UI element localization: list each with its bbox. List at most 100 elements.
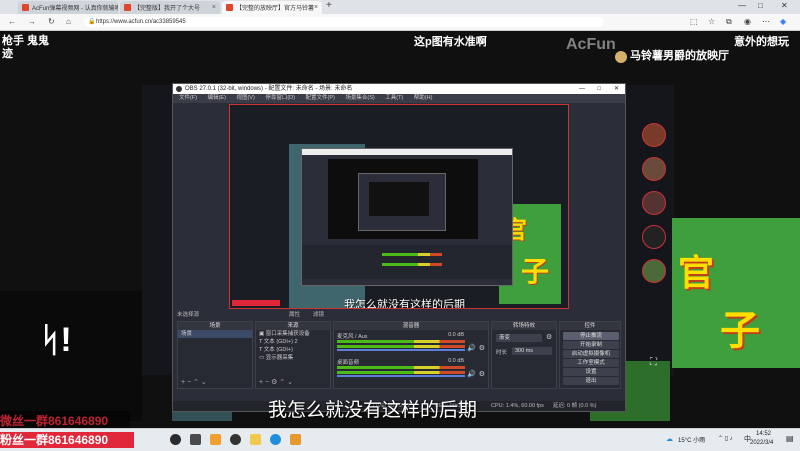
source-label: 显示器采集 <box>265 355 294 361</box>
transition-select[interactable]: 渐变 <box>496 334 542 342</box>
menu-edit[interactable]: 编辑(E) <box>208 95 226 101</box>
transition-settings-icon[interactable]: ⚙ <box>546 333 552 341</box>
obs-minimize-button[interactable]: — <box>579 84 585 94</box>
volume-meter <box>337 371 465 374</box>
start-icon[interactable] <box>170 434 181 445</box>
video-player[interactable]: 枪手 鬼鬼 迹 这p图有水准啊 意外的想玩 AcFun 马铃薯男爵的放映厅 官 … <box>0 31 800 428</box>
volume-slider[interactable] <box>337 349 465 351</box>
back-icon[interactable]: ← <box>8 17 16 27</box>
obs-title-text: OBS 27.0.1 (32-bit, windows) - 配置文件: 未命名… <box>185 86 353 92</box>
extensions-icon[interactable]: ⬚ <box>690 17 698 27</box>
source-label: 窗口采集捕获设备 <box>265 331 310 337</box>
browser-tab-bar: AcFun弹幕视频网 - 认真你就输啦 × 【完整版】我开了个大号 × 【完整的… <box>0 0 800 14</box>
mixer-channel-level: 0.0 dB <box>448 332 464 338</box>
app-icon[interactable] <box>210 434 221 445</box>
stream-top-center-text: 这p图有水准啊 <box>414 36 487 48</box>
source-label: 文本 (GDI+) <box>263 347 293 353</box>
filters-button[interactable]: 滤镜 <box>313 310 324 318</box>
menu-docks[interactable]: 停靠窗口(D) <box>265 95 295 101</box>
source-add-remove-icons[interactable]: + − ⚙ ⌃ ⌄ <box>259 378 293 386</box>
settings-button[interactable]: 设置 <box>563 368 619 376</box>
close-window-button[interactable]: ✕ <box>781 1 788 10</box>
camera-icon: ▣ <box>259 331 266 337</box>
red-overlay-text: 微丝一群861646890 <box>0 414 109 428</box>
stop-streaming-button[interactable]: 停止推流 <box>563 332 619 340</box>
mixer-channel-name: 桌面音频 <box>337 360 360 366</box>
close-tab-icon[interactable]: × <box>314 4 318 11</box>
exit-button[interactable]: 退出 <box>563 377 619 385</box>
properties-button[interactable]: 属性 <box>289 310 300 318</box>
duration-input[interactable]: 300 ms <box>512 347 552 355</box>
obs-preview[interactable]: 官 子 我怎么就没有这样的后期 <box>229 104 569 309</box>
volume-slider[interactable] <box>337 375 465 377</box>
taskview-icon[interactable] <box>190 434 201 445</box>
scene-item[interactable]: 场景 <box>178 330 252 338</box>
obs-window[interactable]: OBS 27.0.1 (32-bit, windows) - 配置文件: 未命名… <box>172 83 626 412</box>
start-recording-button[interactable]: 开始录制 <box>563 341 619 349</box>
edge-icon[interactable] <box>270 434 281 445</box>
menu-file[interactable]: 文件(F) <box>179 95 197 101</box>
speaker-icon[interactable]: 🔊 <box>467 370 476 378</box>
transitions-dock: 转场特效 渐变 ⚙ 时长 300 ms <box>491 321 557 389</box>
mixer-settings-icon[interactable]: ⚙ <box>479 344 485 352</box>
tab-label: 【完整的放映厅】官方马铃薯 <box>236 6 315 12</box>
settings-more-icon[interactable]: ⋯ <box>762 17 770 27</box>
favorites-icon[interactable]: ☆ <box>708 17 715 27</box>
no-source-label: 未选择源 <box>177 312 200 318</box>
menu-help[interactable]: 帮助(H) <box>414 95 433 101</box>
app-icon-2[interactable] <box>290 434 301 445</box>
video-subtitle: 我怎么就没有这样的后期 <box>268 399 478 421</box>
url-input[interactable]: https://www.acfun.cn/ac33859545 <box>84 17 604 27</box>
browser-tab[interactable]: 【完整版】我开了个大号 × <box>120 1 220 14</box>
forward-icon[interactable]: → <box>28 17 36 27</box>
home-icon[interactable]: ⌂ <box>66 17 71 27</box>
file-explorer-icon[interactable] <box>250 434 261 445</box>
notifications-icon[interactable]: ▤ <box>786 434 794 443</box>
source-item[interactable]: ▭ 显示器采集 <box>256 354 330 362</box>
browser-tab[interactable]: AcFun弹幕视频网 - 认真你就输啦 × <box>18 1 118 14</box>
source-item[interactable]: ▣ 窗口采集捕获设备 <box>256 330 330 338</box>
sources-dock: 来源 ▣ 窗口采集捕获设备 T 文本 (GDI+) 2 T 文本 (GDI+) … <box>255 321 331 389</box>
reload-icon[interactable]: ↻ <box>48 17 55 27</box>
new-tab-button[interactable]: + <box>326 0 332 11</box>
game-sidebar-left <box>142 85 172 375</box>
audio-mixer-dock: 混音器 麦克风 / Aux 0.0 dB 🔊 ⚙ 桌面音频 0.0 dB 🔊 ⚙ <box>333 321 489 389</box>
obs-taskbar-icon[interactable] <box>230 434 241 445</box>
menu-scene-collection[interactable]: 场景集合(S) <box>345 95 374 101</box>
acfun-favicon-icon <box>22 4 29 11</box>
scene-add-remove-icons[interactable]: + − ⌃ ⌄ <box>181 378 207 386</box>
menu-view[interactable]: 视图(V) <box>236 95 254 101</box>
clock-time[interactable]: 14:52 <box>756 431 771 437</box>
acfun-favicon-icon <box>226 4 233 11</box>
close-tab-icon[interactable]: × <box>212 4 216 11</box>
scenes-dock-title: 场景 <box>178 322 252 330</box>
studio-mode-button[interactable]: 工作室模式 <box>563 359 619 367</box>
weather-icon[interactable]: ☁ <box>666 435 673 443</box>
browser-tab-active[interactable]: 【完整的放映厅】官方马铃薯 × <box>222 1 322 14</box>
obs-close-button[interactable]: ✕ <box>614 84 619 94</box>
obs-title-bar[interactable]: OBS 27.0.1 (32-bit, windows) - 配置文件: 未命名… <box>173 84 625 94</box>
source-item[interactable]: T 文本 (GDI+) <box>256 346 330 354</box>
collections-icon[interactable]: ⧉ <box>726 17 732 27</box>
source-item[interactable]: T 文本 (GDI+) 2 <box>256 338 330 346</box>
menu-tools[interactable]: 工具(T) <box>385 95 403 101</box>
lock-icon: 🔒 <box>88 19 96 25</box>
frame-stats: 延迟: 0 帧 (0.0 %) <box>553 403 597 409</box>
edge-copilot-icon[interactable]: ◆ <box>780 17 786 27</box>
transitions-dock-title: 转场特效 <box>492 322 556 330</box>
clock-date[interactable]: 2022/3/4 <box>750 440 773 446</box>
weather-text[interactable]: 15°C 小雨 <box>678 435 705 444</box>
mixer-settings-icon[interactable]: ⚙ <box>479 370 485 378</box>
stream-dark-area: ᛋ! <box>0 291 142 421</box>
profile-icon[interactable]: ◉ <box>744 17 751 27</box>
menu-profile[interactable]: 配置文件(P) <box>305 95 334 101</box>
maximize-button[interactable]: □ <box>758 1 763 10</box>
obs-maximize-button[interactable]: □ <box>597 84 601 94</box>
virtual-camera-button[interactable]: 启动虚拟摄像机 <box>563 350 619 358</box>
fullscreen-icon[interactable]: ⛶ <box>650 357 657 368</box>
speaker-icon[interactable]: 🔊 <box>467 344 476 352</box>
tray-icons[interactable]: ⌃ ▯ ♪ <box>718 435 733 442</box>
obs-logo-icon <box>176 86 182 92</box>
red-overlay-banner: 粉丝一群861646890 <box>0 432 134 448</box>
minimize-button[interactable]: — <box>738 1 746 10</box>
